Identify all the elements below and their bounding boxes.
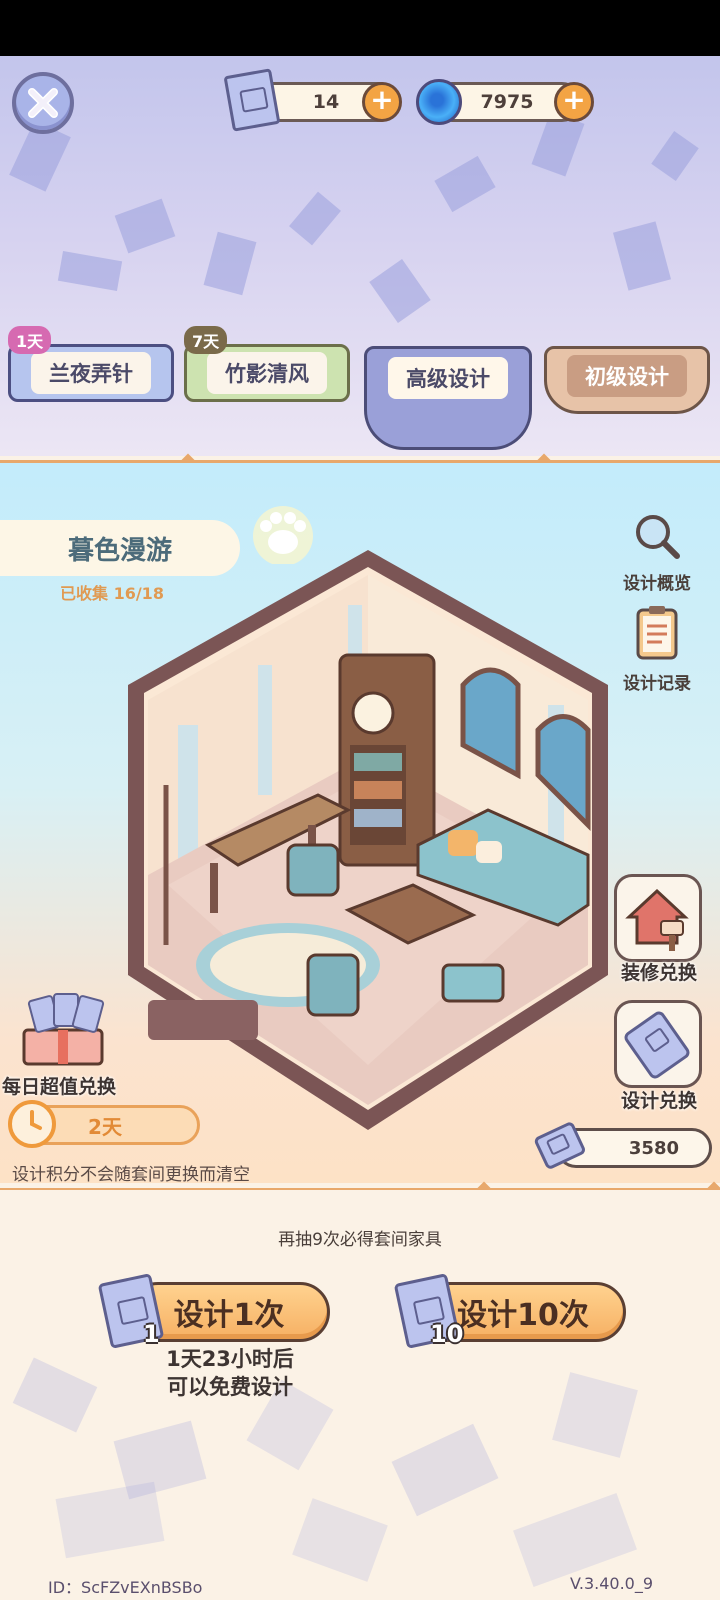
add-tickets-button[interactable]: + — [362, 82, 402, 122]
design-points-value: 3580 — [628, 1137, 679, 1159]
tab-basic[interactable]: 初级设计 — [544, 346, 710, 414]
tab-label: 初级设计 — [567, 355, 687, 397]
clipboard-icon — [636, 606, 678, 660]
daily-timer-value: 2天 — [88, 1114, 122, 1139]
swirl-gem-icon — [416, 79, 462, 125]
close-icon — [28, 88, 58, 118]
house-paint-icon — [625, 888, 689, 951]
tab-label: 兰夜弄针 — [31, 352, 151, 394]
design-exchange-button[interactable] — [614, 1000, 702, 1088]
free-draw-line2: 可以免费设计 — [167, 1375, 293, 1399]
pity-counter-text: 再抽9次必得套间家具 — [278, 1230, 442, 1250]
draw-ten-cost: 10 — [430, 1320, 464, 1348]
tab-badge: 7天 — [184, 326, 228, 354]
draw-once-label: 设计1次 — [173, 1298, 285, 1333]
design-overview-button[interactable]: 设计概览 — [612, 510, 702, 594]
tab-label: 竹影清风 — [207, 352, 327, 394]
ticket-icon — [624, 1011, 690, 1079]
design-records-label: 设计记录 — [623, 674, 691, 694]
renovate-exchange-label: 装修兑换 — [620, 962, 697, 984]
tab-badge: 1天 — [8, 326, 52, 354]
close-button[interactable] — [12, 72, 74, 134]
clock-icon — [8, 1100, 56, 1148]
points-note: 设计积分不会随套间更换而清空 — [12, 1165, 250, 1185]
magnifier-icon — [636, 515, 680, 559]
design-records-button[interactable]: 设计记录 — [612, 604, 702, 694]
tab-label: 高级设计 — [388, 357, 508, 399]
free-draw-line1: 1天23小时后 — [166, 1347, 294, 1371]
status-bar — [0, 0, 720, 56]
daily-deal-gift-icon[interactable] — [18, 990, 110, 1070]
design-ticket-icon — [223, 68, 281, 132]
renovate-exchange-button[interactable] — [614, 874, 702, 962]
add-gems-button[interactable]: + — [554, 82, 594, 122]
points-ticket-icon — [534, 1122, 585, 1169]
room-illustration — [128, 550, 608, 1130]
tab-advanced[interactable]: 高级设计 — [364, 346, 532, 450]
app-version: V.3.40.0_9 — [570, 1574, 654, 1593]
design-overview-label: 设计概览 — [623, 574, 691, 594]
draw-once-cost: 1 — [143, 1320, 160, 1348]
draw-panel — [0, 1190, 720, 1600]
draw-ten-label: 设计10次 — [457, 1298, 589, 1333]
design-exchange-label: 设计兑换 — [620, 1090, 697, 1112]
daily-deal-label: 每日超值兑换 — [2, 1076, 117, 1098]
free-draw-timer: 1天23小时后 可以免费设计 — [120, 1345, 340, 1401]
player-id: ID：ScFZvEXnBSBo — [48, 1578, 203, 1597]
